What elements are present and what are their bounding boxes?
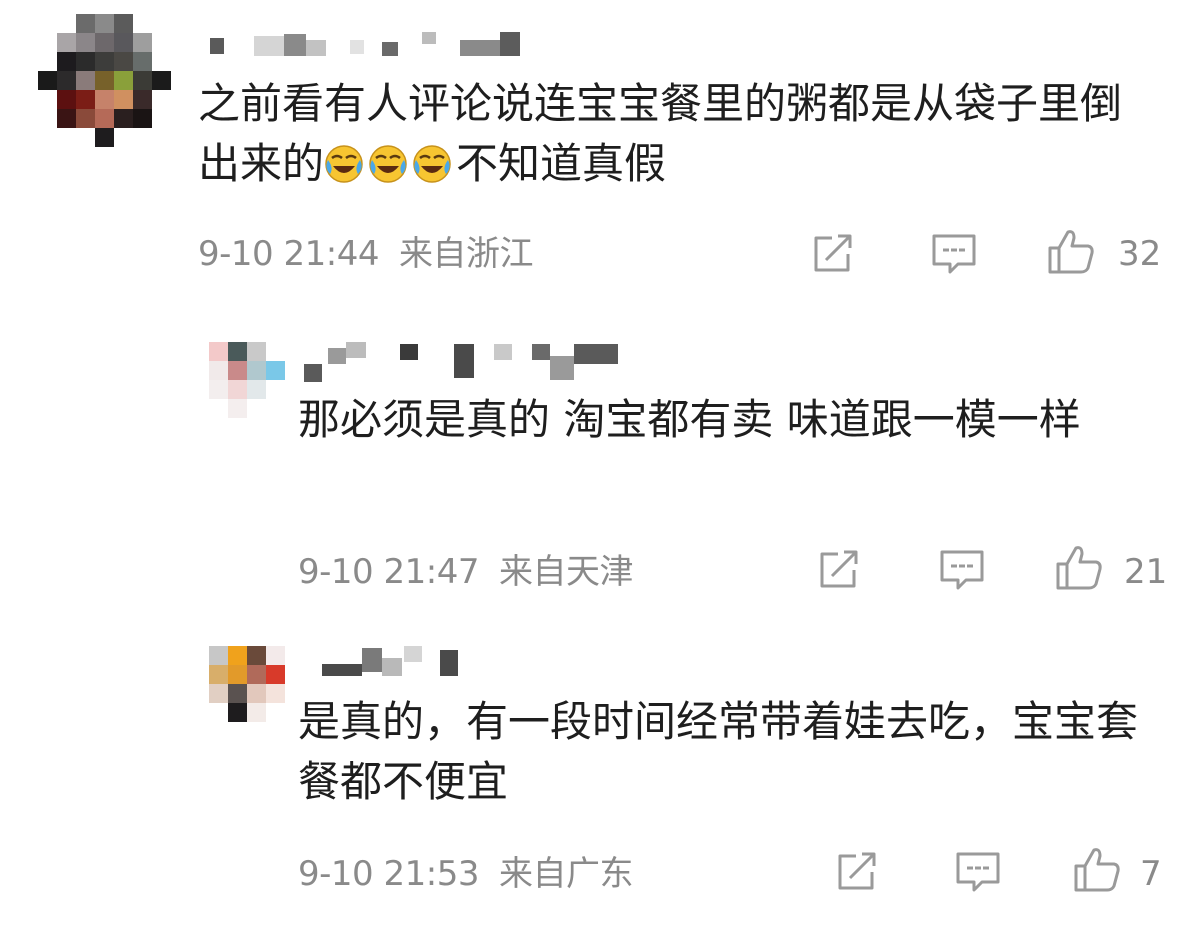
comment-text-part: 不知道真假 [456,139,667,188]
share-icon [814,234,852,272]
share-button[interactable] [810,232,856,274]
avatar[interactable] [209,342,285,418]
comment-location: 来自天津 [498,552,634,592]
reply-item: 那必须是真的 淘宝都有卖 味道跟一模一样 9-10 21:47 来自天津 21 [0,330,1200,620]
comment-date: 9-10 [298,854,374,894]
like-count: 21 [1124,552,1168,592]
comment-time: 21:53 [383,854,479,894]
comment-date: 9-10 [298,552,374,592]
comment-icon [932,234,976,274]
laugh-cry-emoji-icon [412,139,456,188]
comment-date: 9-10 [198,234,274,274]
username-pixelated[interactable] [210,32,550,56]
username-pixelated[interactable] [304,342,634,382]
comment-time: 21:47 [383,552,479,592]
like-button[interactable] [1054,542,1104,592]
comment-location: 来自广东 [498,854,634,894]
comment-item: 之前看有人评论说连宝宝餐里的粥都是从袋子里倒出来的 不知道真假 9-10 21:4… [0,0,1200,300]
reply-text: 是真的，有一段时间经常带着娃去吃，宝宝套餐都不便宜 [298,697,1139,806]
laugh-cry-emoji-icon [324,139,368,188]
share-button[interactable] [834,850,880,892]
avatar[interactable] [38,14,171,147]
thumbs-up-icon [1056,546,1102,590]
avatar[interactable] [209,646,285,722]
reply-item: 是真的，有一段时间经常带着娃去吃，宝宝套餐都不便宜 9-10 21:53 来自广东… [0,636,1200,926]
like-button[interactable] [1046,226,1096,276]
comment-meta: 9-10 21:53 来自广东 [298,854,633,894]
comment-icon [956,852,1000,892]
comment-meta: 9-10 21:47 来自天津 [298,552,633,592]
reply-button[interactable] [954,850,1002,894]
thumbs-up-icon [1048,230,1094,274]
username-pixelated[interactable] [322,644,462,680]
comment-location: 来自浙江 [398,234,534,274]
share-button[interactable] [816,548,862,590]
share-icon [820,550,858,588]
reply-text: 那必须是真的 淘宝都有卖 味道跟一模一样 [298,395,1081,444]
share-icon [838,852,876,890]
comment-meta: 9-10 21:44 来自浙江 [198,234,533,274]
laugh-cry-emoji-icon [368,139,412,188]
reply-button[interactable] [938,548,986,592]
comment-icon [940,550,984,590]
comment-text: 之前看有人评论说连宝宝餐里的粥都是从袋子里倒出来的 不知道真假 [198,74,1158,194]
comment-time: 21:44 [283,234,379,274]
reply-button[interactable] [930,232,978,276]
like-button[interactable] [1072,844,1122,894]
thumbs-up-icon [1074,848,1120,892]
like-count: 32 [1118,234,1162,274]
like-count: 7 [1140,854,1162,894]
